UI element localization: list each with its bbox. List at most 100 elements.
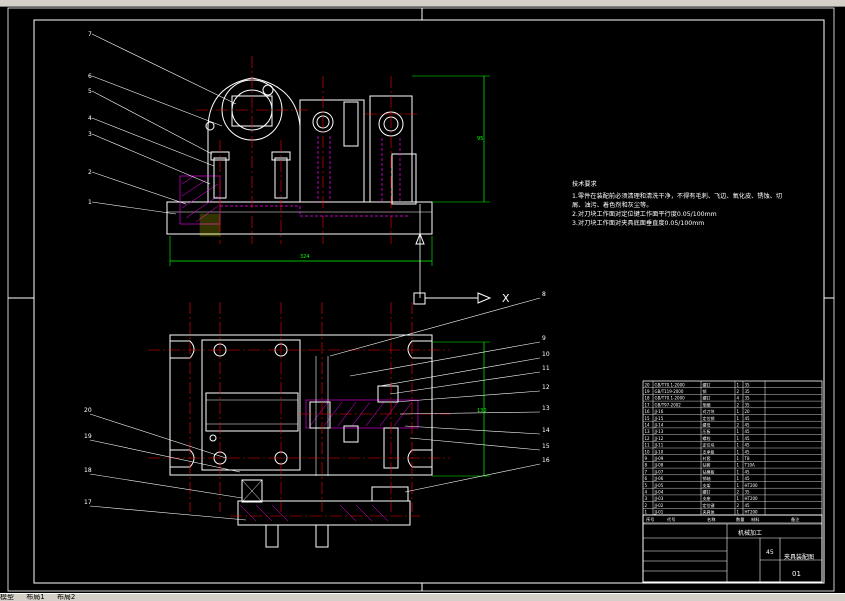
bom-cell: 45 bbox=[745, 416, 751, 421]
bom-cell: 垫圈 bbox=[703, 401, 711, 407]
svg-text:16: 16 bbox=[542, 457, 550, 464]
bom-cell: 4 bbox=[645, 490, 648, 495]
bom-cell: JJ-09 bbox=[654, 456, 664, 461]
bom-header-cell: 名称 bbox=[707, 516, 715, 523]
bom-cell: JJ-07 bbox=[654, 469, 664, 474]
bom-cell: 45 bbox=[745, 449, 751, 454]
bom-cell: JJ-04 bbox=[654, 490, 664, 495]
bom-cell: 1 bbox=[737, 429, 740, 434]
svg-text:8: 8 bbox=[542, 291, 546, 298]
bom-cell: 2 bbox=[737, 490, 740, 495]
bom-cell: 45 bbox=[745, 503, 751, 508]
svg-text:11: 11 bbox=[542, 365, 550, 372]
bom-cell: HT200 bbox=[745, 483, 759, 488]
bom-cell: 7 bbox=[645, 469, 648, 474]
tech-line-4: 3.对刀块工作面对夹具底面垂直度0.05/100mm bbox=[572, 219, 704, 227]
bom-cell: 35 bbox=[745, 382, 751, 387]
bom-cell: 1 bbox=[737, 476, 740, 481]
bom-cell: 6 bbox=[645, 476, 648, 481]
bom-cell: 支架 bbox=[703, 482, 711, 488]
bom-cell: GB/T97-2002 bbox=[655, 402, 682, 407]
bom-cell: 4 bbox=[737, 396, 740, 401]
bom-cell: 螺钉 bbox=[703, 489, 711, 495]
bom-cell: GB/T119-2000 bbox=[655, 389, 684, 394]
bom-cell: JJ-02 bbox=[654, 503, 664, 508]
cad-drawing[interactable]: 324 95 X 7 6 5 4 3 2 1 130 8 9 10 11 12 … bbox=[0, 6, 845, 593]
bom-cell: 45 bbox=[745, 476, 751, 481]
bom-header-cell: 序号 bbox=[646, 516, 654, 523]
bom-cell: 1 bbox=[737, 483, 740, 488]
bom-cell: 衬套 bbox=[703, 455, 711, 461]
drawing-canvas[interactable]: 324 95 X 7 6 5 4 3 2 1 130 8 9 10 11 12 … bbox=[0, 6, 845, 593]
leaders-left bbox=[89, 413, 247, 521]
bom-cell: 螺母 bbox=[703, 422, 711, 428]
bom-cell: 45 bbox=[745, 469, 751, 474]
bom-cell: 2 bbox=[737, 423, 740, 428]
bom-cell: 夹具体 bbox=[703, 509, 715, 515]
bom-cell: GB/T70.1-2000 bbox=[655, 382, 686, 387]
bom-table[interactable]: 20 GB/T70.1-2000 螺钉 1 3519 GB/T119-2000 销 2 3518… bbox=[642, 380, 823, 524]
dim-width-text: 324 bbox=[300, 254, 310, 260]
bom-cell: 2 bbox=[737, 503, 740, 508]
bom-cell: 钻套 bbox=[703, 462, 711, 468]
bom-cell: JJ-16 bbox=[654, 409, 664, 414]
bom-cell: 20 bbox=[645, 382, 651, 387]
bom-cell: 螺栓 bbox=[703, 435, 711, 441]
bom-cell: 8 bbox=[645, 463, 648, 468]
svg-text:14: 14 bbox=[542, 427, 550, 434]
bom-header-cell: 材料 bbox=[751, 516, 760, 523]
bom-cell: JJ-01 bbox=[654, 510, 664, 515]
bom-header-cell: 代号 bbox=[667, 516, 675, 523]
bom-cell: 对刀块 bbox=[703, 408, 715, 414]
tech-line-3: 2.对刀块工作面对定位键工作面平行度0.05/100mm bbox=[572, 210, 717, 218]
balloons-right: 8 9 10 11 12 13 14 15 16 bbox=[542, 291, 550, 464]
bom-cell: 45 bbox=[745, 436, 751, 441]
front-view[interactable]: 324 95 X bbox=[166, 56, 510, 305]
svg-text:2: 2 bbox=[88, 169, 92, 176]
bom-cell: 1 bbox=[737, 382, 740, 387]
bom-cell: JJ-11 bbox=[654, 443, 664, 448]
balloons-left: 20 19 18 17 bbox=[84, 407, 92, 506]
bom-cell: 16 bbox=[645, 409, 651, 414]
right-column bbox=[299, 99, 365, 203]
bom-cell: 45 bbox=[745, 443, 751, 448]
bom-cell: 35 bbox=[745, 402, 751, 407]
svg-text:10: 10 bbox=[542, 351, 550, 358]
svg-text:12: 12 bbox=[542, 384, 550, 391]
svg-text:17: 17 bbox=[84, 499, 92, 506]
bom-cell: HT200 bbox=[745, 496, 759, 501]
tech-title: 技术要求 bbox=[572, 180, 597, 188]
bom-cell: 35 bbox=[745, 490, 751, 495]
bom-cell: 1 bbox=[645, 510, 648, 515]
bom-cell: 11 bbox=[645, 443, 651, 448]
balloons-top: 7 6 5 4 3 2 1 bbox=[88, 31, 92, 206]
bom-cell: JJ-13 bbox=[654, 429, 664, 434]
bom-cell: 9 bbox=[645, 456, 648, 461]
bom-cell: JJ-12 bbox=[654, 436, 664, 441]
svg-text:3: 3 bbox=[88, 131, 92, 138]
bom-cell: JJ-06 bbox=[654, 476, 664, 481]
bom-cell: 1 bbox=[737, 456, 740, 461]
bom-cell: 1 bbox=[737, 510, 740, 515]
bom-cell: 15 bbox=[645, 416, 651, 421]
bom-cell: 5 bbox=[645, 483, 648, 488]
bom-cell: 2 bbox=[737, 389, 740, 394]
plan-view[interactable]: 130 bbox=[148, 302, 490, 548]
svg-text:18: 18 bbox=[84, 467, 92, 474]
bom-cell: HT200 bbox=[745, 510, 759, 515]
bom-cell: 3 bbox=[645, 496, 648, 501]
bom-cell: 定位销 bbox=[703, 415, 715, 421]
bom-cell: JJ-03 bbox=[654, 496, 664, 501]
bom-cell: 支座 bbox=[703, 495, 711, 501]
bom-cell: 定位块 bbox=[703, 442, 715, 448]
bom-cell: 1 bbox=[737, 409, 740, 414]
bom-cell: 压板 bbox=[703, 428, 711, 434]
bom-cell: 14 bbox=[645, 423, 651, 428]
bom-cell: JJ-15 bbox=[654, 416, 664, 421]
bom-cell: 45 bbox=[745, 423, 751, 428]
svg-text:19: 19 bbox=[84, 433, 92, 440]
bom-cell: JJ-08 bbox=[654, 463, 664, 468]
bom-cell: 19 bbox=[645, 389, 651, 394]
tech-line-2: 屑、油污、着色剂和灰尘等。 bbox=[572, 201, 652, 209]
company-name: 机械加工 bbox=[738, 529, 762, 537]
